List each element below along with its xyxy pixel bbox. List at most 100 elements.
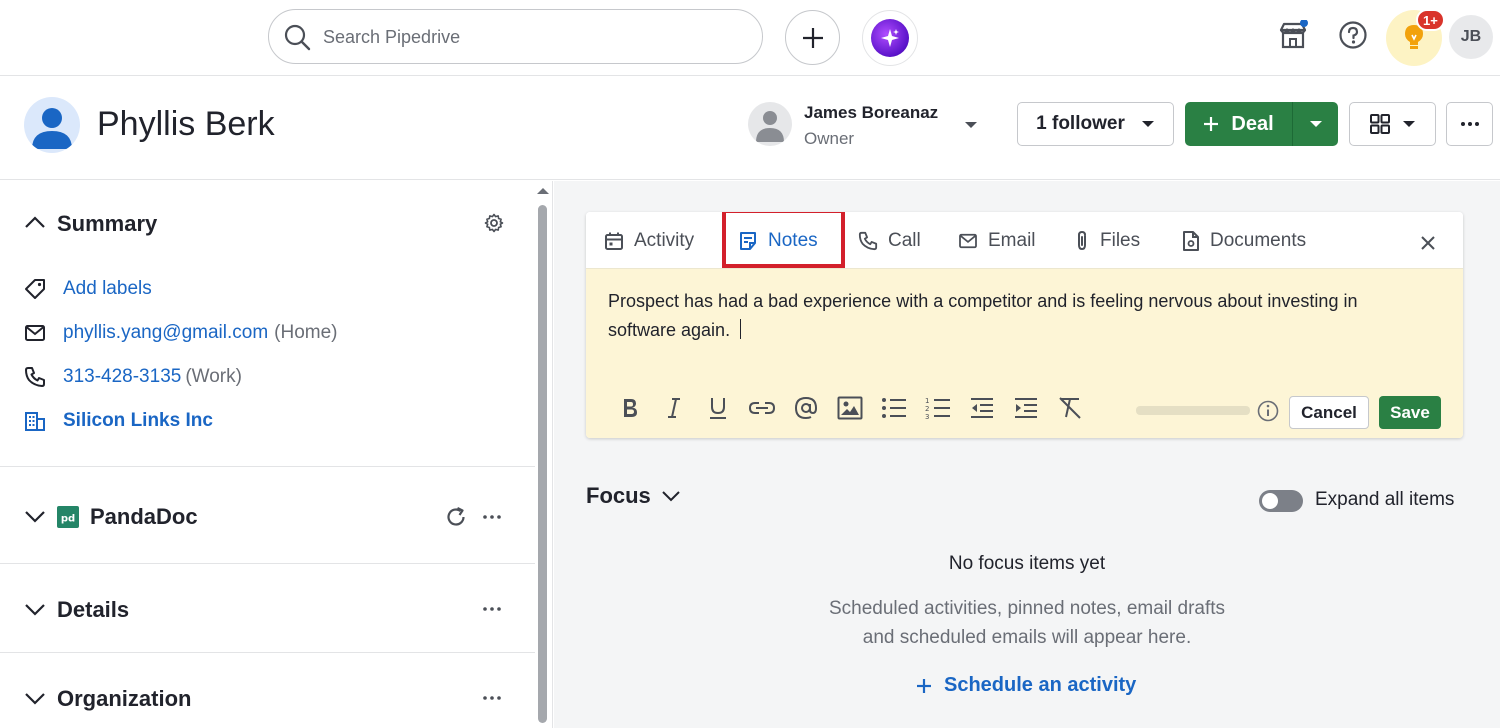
add-labels-row[interactable]: Add labels (24, 278, 152, 300)
more-icon[interactable] (483, 515, 501, 519)
document-icon (1182, 230, 1200, 251)
image-button[interactable] (828, 393, 872, 423)
info-icon[interactable] (1257, 400, 1279, 422)
building-icon (24, 410, 46, 432)
refresh-icon[interactable] (445, 506, 467, 528)
schedule-activity-label: Schedule an activity (944, 674, 1137, 696)
tab-call-label: Call (888, 229, 921, 251)
email-link[interactable]: phyllis.yang@gmail.com (63, 322, 268, 344)
details-title[interactable]: Details (57, 597, 129, 623)
tab-documents[interactable]: Documents (1182, 212, 1306, 269)
pandadoc-title[interactable]: PandaDoc (90, 504, 198, 530)
summary-section: Summary Add labels phyllis.yang@gmail.co… (0, 181, 535, 467)
deal-dropdown-button[interactable] (1293, 102, 1338, 146)
mail-icon (24, 324, 46, 342)
owner-name[interactable]: James Boreanaz (804, 103, 938, 123)
summary-title[interactable]: Summary (57, 211, 157, 237)
ai-assistant-button[interactable] (862, 10, 918, 66)
link-button[interactable] (740, 393, 784, 423)
note-text-area[interactable]: Prospect has had a bad experience with a… (608, 287, 1408, 345)
details-section: Details (0, 565, 535, 653)
notification-badge: 1+ (1416, 9, 1445, 31)
chevron-down-icon[interactable] (24, 603, 46, 617)
schedule-activity-link[interactable]: Schedule an activity (916, 674, 1136, 697)
bold-button[interactable] (608, 393, 652, 423)
mention-button[interactable] (784, 393, 828, 423)
save-button[interactable]: Save (1379, 396, 1441, 429)
indent-icon (1013, 397, 1039, 419)
bullet-list-button[interactable] (872, 393, 916, 423)
close-icon[interactable] (1420, 235, 1436, 251)
outdent-icon (969, 397, 995, 419)
scrollbar-thumb[interactable] (538, 205, 547, 723)
plus-icon (916, 678, 932, 694)
person-avatar (24, 97, 80, 153)
focus-dropdown[interactable]: Focus (586, 483, 681, 509)
empty-state-title: No focus items yet (948, 553, 1106, 574)
deal-main-button[interactable]: Deal (1185, 102, 1293, 146)
chevron-down-icon[interactable] (24, 510, 46, 524)
underline-icon (708, 396, 728, 420)
chevron-down-icon[interactable] (24, 692, 46, 706)
chevron-down-icon (661, 490, 681, 502)
quick-add-button[interactable] (785, 10, 840, 65)
more-actions-button[interactable] (1446, 102, 1493, 146)
person-header: Phyllis Berk James Boreanaz Owner 1 foll… (0, 77, 1500, 180)
tag-icon (24, 278, 46, 300)
italic-button[interactable] (652, 393, 696, 423)
expand-all-toggle[interactable] (1259, 490, 1303, 512)
caret-down-icon (1141, 119, 1155, 129)
global-search[interactable] (268, 9, 763, 64)
tab-activity-label: Activity (634, 229, 695, 251)
person-name[interactable]: Phyllis Berk (97, 105, 275, 144)
email-type: (Home) (274, 322, 338, 343)
svg-text:2: 2 (925, 405, 929, 413)
phone-link[interactable]: 313-428-3135 (63, 366, 181, 388)
clear-format-icon (1057, 396, 1083, 420)
svg-text:1: 1 (925, 397, 929, 405)
top-bar: 1+ JB (0, 0, 1500, 76)
phone-row: 313-428-3135 (Work) (24, 366, 242, 388)
pandadoc-logo-icon: pd (57, 506, 79, 528)
image-icon (837, 396, 863, 420)
tab-email[interactable]: Email (958, 212, 1036, 269)
owner-dropdown-icon[interactable] (964, 120, 978, 130)
owner-avatar[interactable] (748, 102, 792, 146)
help-icon[interactable] (1338, 20, 1368, 50)
email-row: phyllis.yang@gmail.com (Home) (24, 322, 337, 344)
search-input[interactable] (323, 22, 743, 52)
user-avatar[interactable]: JB (1449, 15, 1493, 59)
active-tab-highlight (722, 212, 845, 268)
outdent-button[interactable] (960, 393, 1004, 423)
tab-activity[interactable]: Activity (604, 212, 694, 269)
empty-desc-line-2: and scheduled emails will appear here. (862, 627, 1192, 648)
more-icon[interactable] (483, 607, 501, 611)
indent-button[interactable] (1004, 393, 1048, 423)
text-cursor (740, 319, 742, 339)
chevron-up-icon[interactable] (24, 215, 46, 229)
add-deal-button[interactable]: Deal (1185, 102, 1338, 146)
numbered-list-button[interactable]: 123 (916, 393, 960, 423)
add-labels-link[interactable]: Add labels (63, 278, 152, 300)
more-icon[interactable] (483, 696, 501, 700)
empty-state-description: Scheduled activities, pinned notes, emai… (554, 594, 1500, 652)
scroll-up-arrow-icon[interactable] (536, 186, 550, 196)
gear-icon[interactable] (484, 213, 504, 233)
tab-call[interactable]: Call (858, 212, 921, 269)
tab-files[interactable]: Files (1074, 212, 1140, 269)
search-icon (283, 23, 311, 51)
follower-button[interactable]: 1 follower (1017, 102, 1174, 146)
marketplace-icon[interactable] (1278, 20, 1308, 52)
view-layout-button[interactable] (1349, 102, 1436, 146)
organization-link[interactable]: Silicon Links Inc (63, 410, 213, 432)
note-editor[interactable]: Prospect has had a bad experience with a… (586, 269, 1463, 438)
organization-section: Organization (0, 654, 535, 728)
deal-label: Deal (1231, 112, 1274, 135)
clear-format-button[interactable] (1048, 393, 1092, 423)
underline-button[interactable] (696, 393, 740, 423)
organization-title[interactable]: Organization (57, 686, 191, 712)
cancel-button[interactable]: Cancel (1289, 396, 1369, 429)
empty-desc-line-1: Scheduled activities, pinned notes, emai… (828, 598, 1226, 619)
bold-icon (620, 397, 640, 419)
character-limit-bar (1136, 406, 1250, 415)
